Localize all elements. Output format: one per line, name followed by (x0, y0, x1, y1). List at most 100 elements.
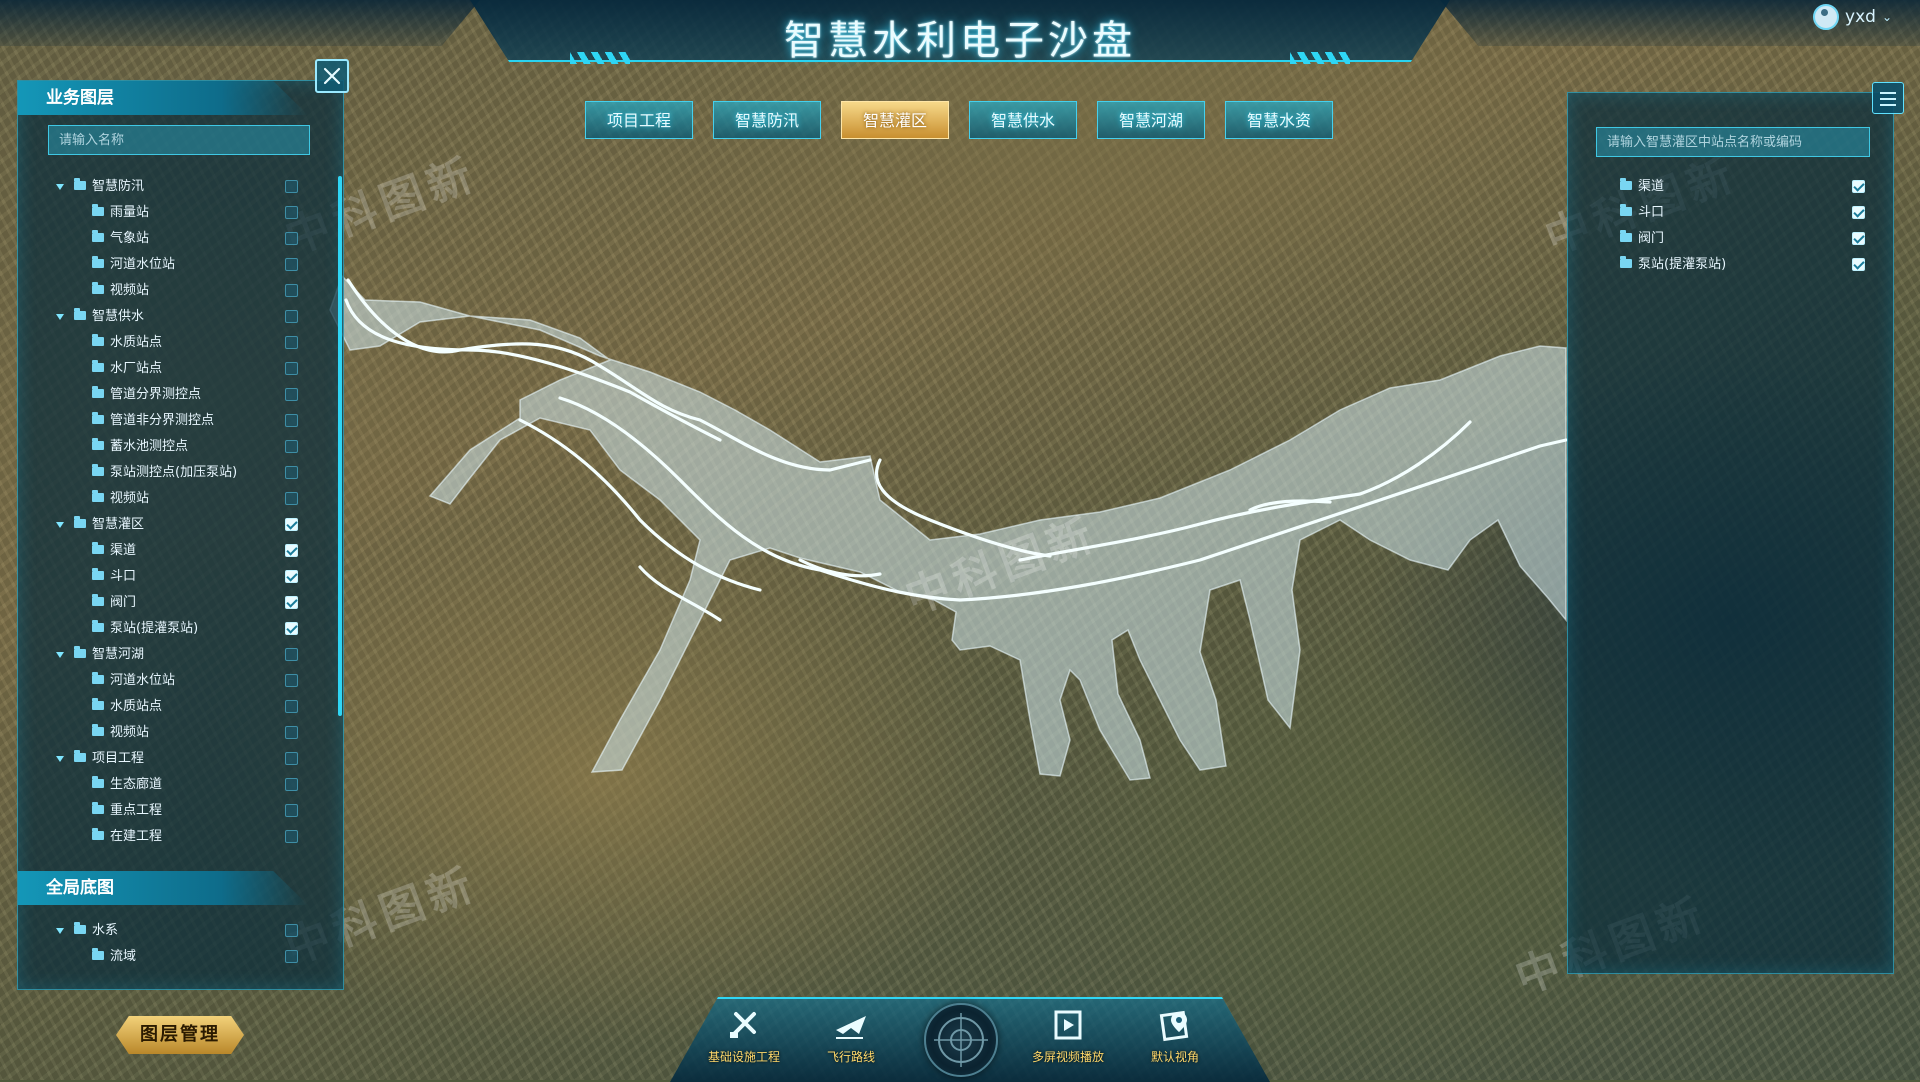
layer-checkbox[interactable] (285, 440, 298, 453)
layer-checkbox[interactable] (285, 232, 298, 245)
layer-checkbox[interactable] (285, 924, 298, 937)
layer-checkbox[interactable] (285, 414, 298, 427)
folder-icon (74, 750, 86, 762)
site-type-item[interactable]: 阀门 (1568, 228, 1888, 250)
layer-checkbox[interactable] (285, 700, 298, 713)
layer-checkbox[interactable] (285, 466, 298, 479)
layer-checkbox[interactable] (285, 518, 298, 531)
tree-item[interactable]: 渠道 (18, 540, 318, 562)
layer-search-input[interactable] (48, 125, 310, 155)
site-type-item[interactable]: 泵站(提灌泵站) (1568, 254, 1888, 276)
chevron-down-icon[interactable] (56, 652, 64, 658)
folder-icon (92, 698, 104, 710)
tab-0[interactable]: 项目工程 (585, 101, 693, 139)
site-type-item[interactable]: 斗口 (1568, 202, 1888, 224)
tree-item[interactable]: 水质站点 (18, 332, 318, 354)
tree-item[interactable]: 泵站测控点(加压泵站) (18, 462, 318, 484)
layer-checkbox[interactable] (285, 310, 298, 323)
layer-checkbox[interactable] (285, 804, 298, 817)
tree-item[interactable]: 生态廊道 (18, 774, 318, 796)
layer-checkbox[interactable] (285, 284, 298, 297)
layer-checkbox[interactable] (285, 180, 298, 193)
layer-checkbox[interactable] (285, 752, 298, 765)
layer-checkbox[interactable] (285, 570, 298, 583)
tree-item[interactable]: 河道水位站 (18, 254, 318, 276)
close-panel-button[interactable] (315, 59, 349, 93)
menu-icon (1880, 92, 1896, 94)
tree-item[interactable]: 泵站(提灌泵站) (18, 618, 318, 640)
dock-item-2[interactable]: 多屏视频播放 (1018, 1008, 1118, 1065)
layer-checkbox[interactable] (285, 648, 298, 661)
tree-item-label: 生态廊道 (110, 777, 163, 792)
site-type-checkbox[interactable] (1852, 180, 1865, 193)
site-type-item[interactable]: 渠道 (1568, 176, 1888, 198)
menu-button[interactable] (1872, 82, 1904, 114)
layer-checkbox[interactable] (285, 778, 298, 791)
site-search-input[interactable] (1596, 127, 1870, 157)
tree-item[interactable]: 视频站 (18, 280, 318, 302)
layer-checkbox[interactable] (285, 596, 298, 609)
tree-item[interactable]: 管道非分界测控点 (18, 410, 318, 432)
tree-group[interactable]: 智慧供水 (18, 306, 318, 328)
tree-item-label: 水质站点 (110, 699, 163, 714)
tree-item[interactable]: 水厂站点 (18, 358, 318, 380)
layer-checkbox[interactable] (285, 950, 298, 963)
tree-item[interactable]: 斗口 (18, 566, 318, 588)
dock-item-3[interactable]: 默认视角 (1125, 1008, 1225, 1065)
dock-item-1[interactable]: 飞行路线 (801, 1008, 901, 1065)
layer-checkbox[interactable] (285, 492, 298, 505)
chevron-down-icon[interactable] (56, 314, 64, 320)
tree-item[interactable]: 在建工程 (18, 826, 318, 848)
folder-icon (92, 386, 104, 398)
tree-group[interactable]: 智慧灌区 (18, 514, 318, 536)
tree-item[interactable]: 蓄水池测控点 (18, 436, 318, 458)
folder-icon (74, 308, 86, 320)
site-type-checkbox[interactable] (1852, 232, 1865, 245)
layer-checkbox[interactable] (285, 362, 298, 375)
tree-group[interactable]: 项目工程 (18, 748, 318, 770)
tree-item-label: 气象站 (110, 231, 150, 246)
tree-item[interactable]: 视频站 (18, 722, 318, 744)
compass-button[interactable] (924, 1003, 998, 1077)
folder-icon (92, 256, 104, 268)
layer-checkbox[interactable] (285, 726, 298, 739)
tab-5[interactable]: 智慧水资 (1225, 101, 1333, 139)
layer-checkbox[interactable] (285, 336, 298, 349)
tree-item[interactable]: 水质站点 (18, 696, 318, 718)
tree-item-label: 阀门 (110, 595, 137, 610)
dock-item-0[interactable]: 基础设施工程 (694, 1008, 794, 1065)
tree-item[interactable]: 重点工程 (18, 800, 318, 822)
tree-item-label: 蓄水池测控点 (110, 439, 189, 454)
tree-item[interactable]: 雨量站 (18, 202, 318, 224)
site-type-checkbox[interactable] (1852, 258, 1865, 271)
layer-checkbox[interactable] (285, 622, 298, 635)
layer-checkbox[interactable] (285, 206, 298, 219)
tree-group[interactable]: 水系 (18, 920, 318, 942)
site-type-checkbox[interactable] (1852, 206, 1865, 219)
layer-checkbox[interactable] (285, 830, 298, 843)
tab-4[interactable]: 智慧河湖 (1097, 101, 1205, 139)
tree-item[interactable]: 河道水位站 (18, 670, 318, 692)
folder-icon (92, 948, 104, 960)
tree-item[interactable]: 流域 (18, 946, 318, 968)
layer-checkbox[interactable] (285, 544, 298, 557)
tab-2[interactable]: 智慧灌区 (841, 101, 949, 139)
tab-1[interactable]: 智慧防汛 (713, 101, 821, 139)
chevron-down-icon[interactable] (56, 522, 64, 528)
tree-group[interactable]: 智慧河湖 (18, 644, 318, 666)
chevron-down-icon[interactable] (56, 756, 64, 762)
tab-3[interactable]: 智慧供水 (969, 101, 1077, 139)
tree-group[interactable]: 智慧防汛 (18, 176, 318, 198)
tree-item[interactable]: 气象站 (18, 228, 318, 250)
chevron-down-icon[interactable] (56, 184, 64, 190)
chevron-down-icon[interactable] (56, 928, 64, 934)
tree-item[interactable]: 视频站 (18, 488, 318, 510)
layer-checkbox[interactable] (285, 258, 298, 271)
tree-item[interactable]: 管道分界测控点 (18, 384, 318, 406)
tree-item[interactable]: 阀门 (18, 592, 318, 614)
layer-checkbox[interactable] (285, 388, 298, 401)
layer-manage-button[interactable]: 图层管理 (116, 1016, 244, 1054)
layer-checkbox[interactable] (285, 674, 298, 687)
user-menu[interactable]: yxd ⌄ (1813, 4, 1892, 30)
scrollbar[interactable] (338, 176, 342, 716)
